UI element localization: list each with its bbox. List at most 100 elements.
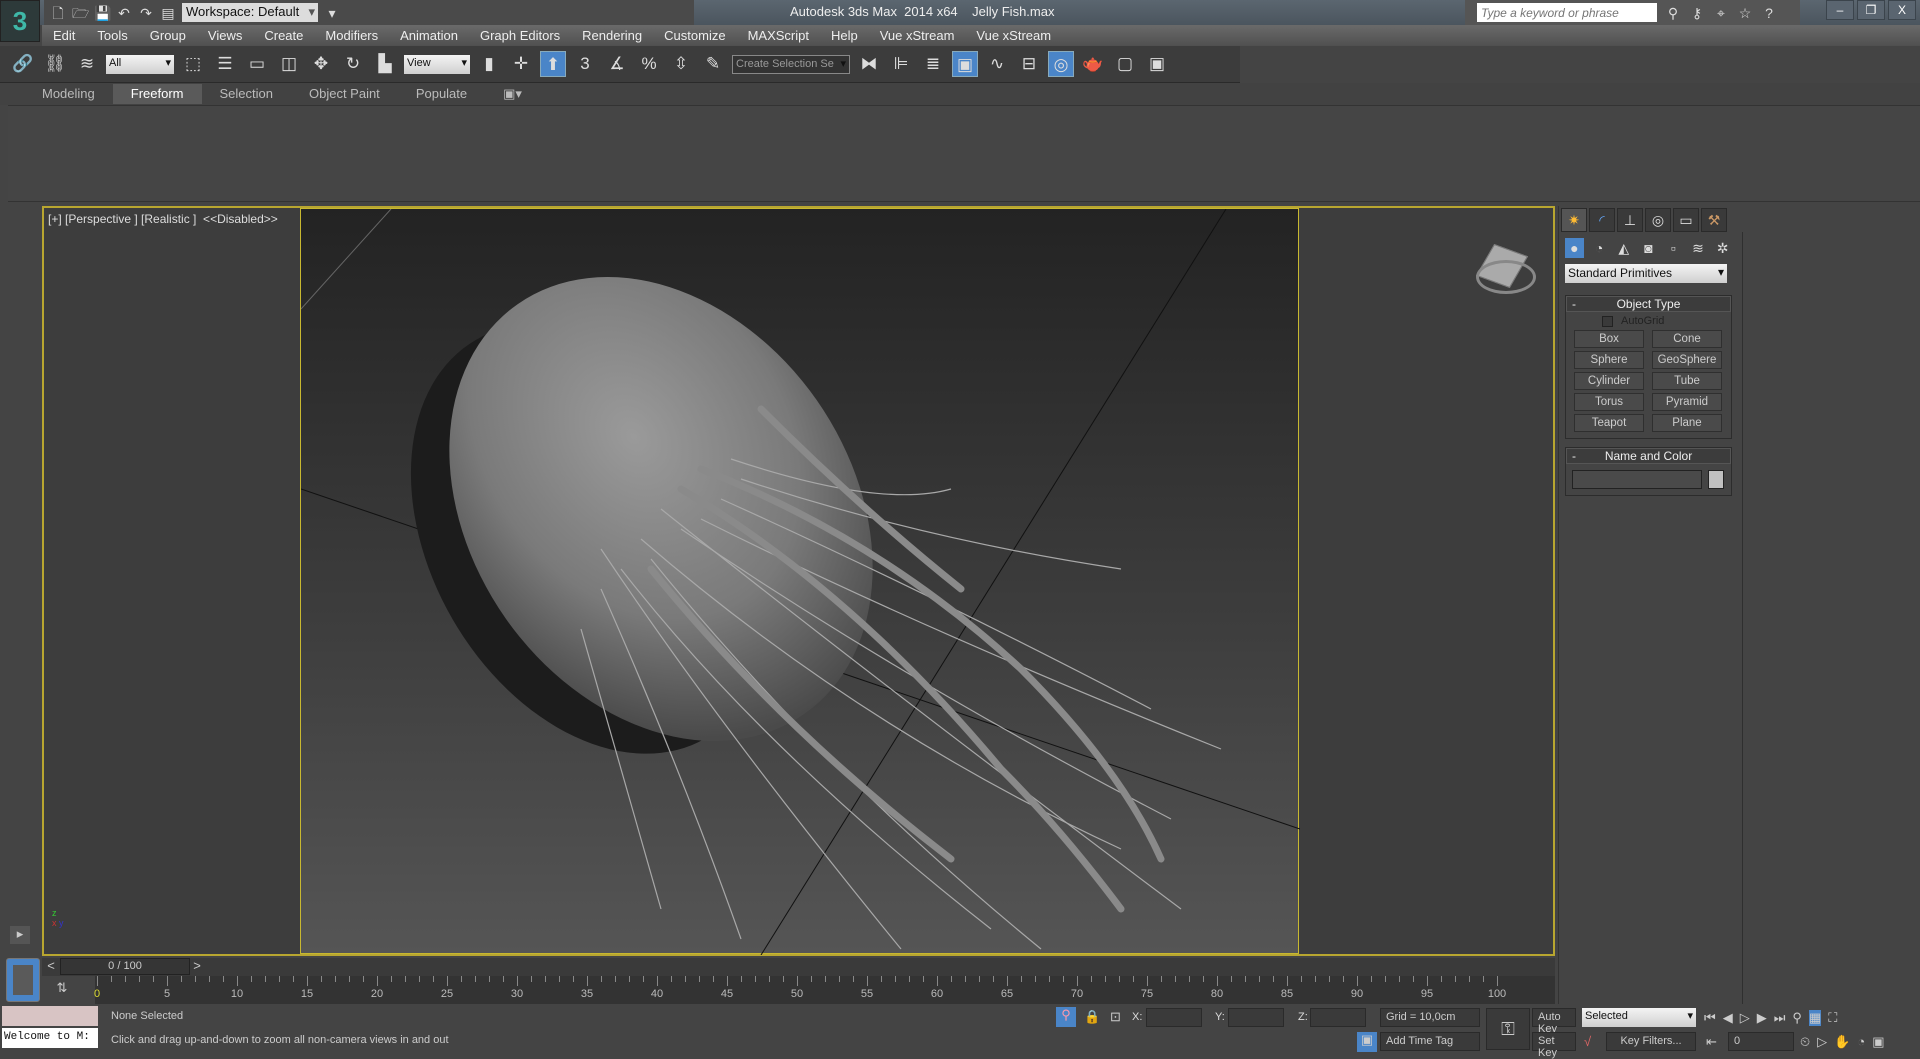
percent-snap-icon[interactable]: %: [636, 51, 662, 77]
redo-icon[interactable]: ↷: [138, 5, 154, 21]
star-icon[interactable]: ☆: [1737, 5, 1753, 21]
menu-vue-xstream[interactable]: Vue xStream: [869, 28, 966, 43]
sphere-button[interactable]: Sphere: [1574, 351, 1644, 369]
time-slider-prev[interactable]: <: [44, 958, 58, 975]
field-of-view-icon[interactable]: ▷: [1817, 1034, 1827, 1050]
key-filters-button[interactable]: Key Filters...: [1606, 1032, 1696, 1051]
viewport-label[interactable]: [+] [Perspective ] [Realistic ] <<Disabl…: [48, 212, 278, 226]
default-tangents-icon[interactable]: √: [1584, 1034, 1591, 1049]
play-icon[interactable]: ▸: [10, 926, 30, 944]
scale-icon[interactable]: ▙: [372, 51, 398, 77]
systems-icon[interactable]: ✲: [1713, 238, 1732, 258]
perspective-viewport[interactable]: [+] [Perspective ] [Realistic ] <<Disabl…: [42, 206, 1555, 956]
utilities-tab-icon[interactable]: ⚒: [1701, 208, 1727, 232]
move-icon[interactable]: ✥: [308, 51, 334, 77]
reference-coordinate-dropdown[interactable]: View: [404, 54, 470, 74]
workspace-dropdown[interactable]: Workspace: Default: [182, 3, 318, 22]
menu-graph-editors[interactable]: Graph Editors: [469, 28, 571, 43]
maxscript-mini-listener-top[interactable]: [2, 1006, 98, 1026]
menu-vue-xstream-2[interactable]: Vue xStream: [965, 28, 1062, 43]
cone-button[interactable]: Cone: [1652, 330, 1722, 348]
object-color-swatch[interactable]: [1708, 470, 1724, 489]
menu-customize[interactable]: Customize: [653, 28, 736, 43]
curve-editor-icon[interactable]: ∿: [984, 51, 1010, 77]
tab-selection[interactable]: Selection: [202, 84, 291, 104]
angle-snap-icon[interactable]: ∡: [604, 51, 630, 77]
create-tab-icon[interactable]: ✷: [1561, 208, 1587, 232]
spinner-snap-icon[interactable]: ⇳: [668, 51, 694, 77]
play-animation-icon[interactable]: ▷: [1740, 1010, 1750, 1026]
menu-group[interactable]: Group: [139, 28, 197, 43]
keyboard-shortcut-override-icon[interactable]: ⬆: [540, 51, 566, 77]
geometry-icon[interactable]: ●: [1565, 238, 1584, 258]
search-input[interactable]: [1477, 3, 1657, 22]
restore-button[interactable]: ❐: [1857, 0, 1885, 20]
rendered-frame-window-icon[interactable]: ▢: [1112, 51, 1138, 77]
shapes-icon[interactable]: ◔: [1590, 238, 1609, 258]
edit-named-selection-icon[interactable]: ✎: [700, 51, 726, 77]
menu-animation[interactable]: Animation: [389, 28, 469, 43]
layer-explorer-icon[interactable]: ≣: [920, 51, 946, 77]
unlink-icon[interactable]: ⛓: [42, 51, 68, 77]
lights-icon[interactable]: ◭: [1614, 238, 1633, 258]
mirror-icon[interactable]: ⧓: [856, 51, 882, 77]
rotate-icon[interactable]: ↻: [340, 51, 366, 77]
key-mode-dropdown[interactable]: Selected: [1582, 1008, 1696, 1027]
close-button[interactable]: X: [1888, 0, 1916, 20]
window-crossing-icon[interactable]: ◫: [276, 51, 302, 77]
viewcube[interactable]: [1474, 238, 1544, 308]
new-file-icon[interactable]: 🗋: [50, 5, 66, 21]
tab-populate[interactable]: Populate: [398, 84, 485, 104]
selection-lock-icon[interactable]: 🔒: [1084, 1009, 1100, 1025]
menu-maxscript[interactable]: MAXScript: [737, 28, 820, 43]
menu-create[interactable]: Create: [253, 28, 314, 43]
orbit-icon[interactable]: ◔: [1857, 1034, 1865, 1050]
set-key-icon[interactable]: ⚿: [1486, 1008, 1530, 1050]
scene-explorer-icon[interactable]: ▣: [952, 51, 978, 77]
plane-button[interactable]: Plane: [1652, 414, 1722, 432]
help-icon[interactable]: ?: [1761, 5, 1777, 21]
viewcube-ring[interactable]: [1476, 260, 1536, 294]
time-tag-icon[interactable]: ▣: [1357, 1032, 1377, 1052]
maximize-viewport-icon[interactable]: ⛶: [1828, 1010, 1837, 1026]
set-key-button[interactable]: Set Key: [1532, 1032, 1576, 1059]
open-file-icon[interactable]: 🗁: [72, 5, 89, 21]
hierarchy-tab-icon[interactable]: ⊥: [1617, 208, 1643, 232]
project-folder-icon[interactable]: ▤: [160, 5, 176, 21]
key-icon[interactable]: ⚷: [1689, 5, 1705, 21]
autogrid-checkbox[interactable]: [1602, 315, 1613, 327]
satellite-icon[interactable]: ⌖: [1713, 5, 1729, 21]
pyramid-button[interactable]: Pyramid: [1652, 393, 1722, 411]
tube-button[interactable]: Tube: [1652, 372, 1722, 390]
zoom-extents-all-icon[interactable]: ▦: [1808, 1010, 1822, 1026]
menu-views[interactable]: Views: [197, 28, 253, 43]
pan-view-icon[interactable]: ✋: [1834, 1034, 1850, 1050]
binoculars-icon[interactable]: ⚲: [1665, 5, 1681, 21]
manipulate-icon[interactable]: ✛: [508, 51, 534, 77]
ribbon-options-icon[interactable]: ▣▾: [485, 84, 540, 104]
undo-icon[interactable]: ↶: [116, 5, 132, 21]
auto-key-button[interactable]: Auto Key: [1532, 1008, 1576, 1035]
time-slider[interactable]: 0 / 100: [60, 958, 190, 975]
bind-space-warp-icon[interactable]: ≋: [74, 51, 100, 77]
render-production-icon[interactable]: ▣: [1144, 51, 1170, 77]
menu-rendering[interactable]: Rendering: [571, 28, 653, 43]
motion-tab-icon[interactable]: ◎: [1645, 208, 1671, 232]
schematic-view-icon[interactable]: ⊟: [1016, 51, 1042, 77]
named-selection-set-dropdown[interactable]: Create Selection Se: [732, 54, 850, 74]
category-dropdown[interactable]: Standard Primitives: [1565, 264, 1727, 283]
application-menu-button[interactable]: 3: [0, 0, 40, 42]
previous-frame-icon[interactable]: ◀: [1723, 1010, 1733, 1026]
object-type-header[interactable]: - Object Type: [1566, 296, 1731, 312]
object-name-input[interactable]: [1572, 470, 1702, 489]
z-coordinate-field[interactable]: [1310, 1008, 1366, 1027]
qat-dropdown-icon[interactable]: ▾: [324, 5, 340, 21]
material-editor-icon[interactable]: ◎: [1048, 51, 1074, 77]
tab-object-paint[interactable]: Object Paint: [291, 84, 398, 104]
align-icon[interactable]: ⊫: [888, 51, 914, 77]
tab-modeling[interactable]: Modeling: [24, 84, 113, 104]
menu-tools[interactable]: Tools: [86, 28, 138, 43]
space-warps-icon[interactable]: ≋: [1689, 238, 1708, 258]
select-object-icon[interactable]: ⬚: [180, 51, 206, 77]
next-frame-icon[interactable]: ▶: [1757, 1010, 1767, 1026]
